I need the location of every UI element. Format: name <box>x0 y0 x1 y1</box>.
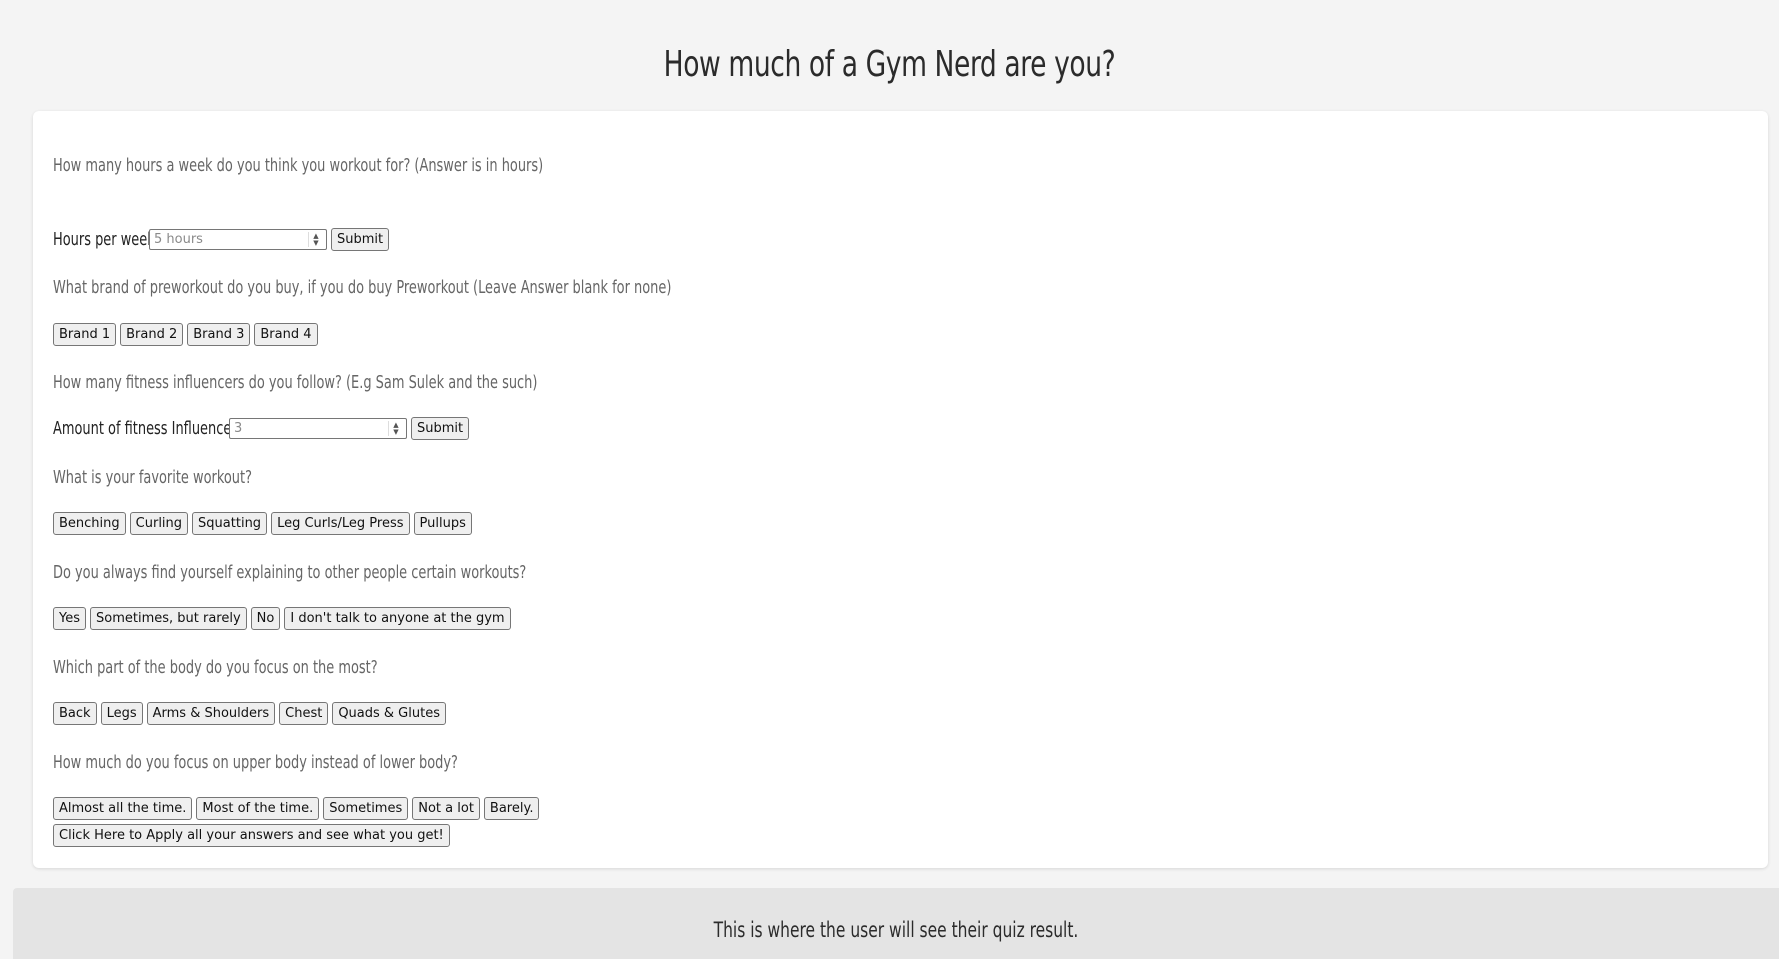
option-curling[interactable]: Curling <box>129 512 189 535</box>
preworkout-options: Brand 1 Brand 2 Brand 3 Brand 4 <box>53 323 318 346</box>
influencers-label: Amount of fitness Influencers <box>53 418 244 439</box>
option-sometimes-rarely[interactable]: Sometimes, but rarely <box>90 607 247 630</box>
quiz-card: How many hours a week do you think you w… <box>33 111 1768 868</box>
page-title: How much of a Gym Nerd are you? <box>663 44 1116 85</box>
option-pullups[interactable]: Pullups <box>413 512 472 535</box>
option-yes[interactable]: Yes <box>53 607 86 630</box>
hours-spinner[interactable]: ▲ ▼ <box>308 232 323 247</box>
option-brand-2[interactable]: Brand 2 <box>120 323 184 346</box>
option-sometimes[interactable]: Sometimes <box>323 797 409 820</box>
influencers-input[interactable] <box>230 419 388 438</box>
explaining-options: Yes Sometimes, but rarely No I don't tal… <box>53 607 511 630</box>
result-box: This is where the user will see their qu… <box>13 888 1779 959</box>
option-brand-1[interactable]: Brand 1 <box>53 323 117 346</box>
option-brand-3[interactable]: Brand 3 <box>187 323 251 346</box>
option-not-a-lot[interactable]: Not a lot <box>412 797 480 820</box>
chevron-down-icon[interactable]: ▼ <box>393 428 398 436</box>
option-benching[interactable]: Benching <box>53 512 126 535</box>
apply-answers-button[interactable]: Click Here to Apply all your answers and… <box>53 824 450 847</box>
hours-input-box[interactable]: ▲ ▼ <box>149 229 327 250</box>
hours-submit-button[interactable]: Submit <box>331 228 390 251</box>
result-text: This is where the user will see their qu… <box>713 918 1079 942</box>
option-brand-4[interactable]: Brand 4 <box>254 323 318 346</box>
option-arms-shoulders[interactable]: Arms & Shoulders <box>146 702 276 725</box>
hours-row: Hours per week ▲ ▼ Submit <box>53 228 390 251</box>
option-squatting[interactable]: Squatting <box>192 512 268 535</box>
influencers-input-box[interactable]: ▲ ▼ <box>229 418 407 439</box>
option-dont-talk[interactable]: I don't talk to anyone at the gym <box>284 607 511 630</box>
chevron-down-icon[interactable]: ▼ <box>313 239 318 247</box>
question-body-focus: Which part of the body do you focus on t… <box>53 657 378 678</box>
hours-label: Hours per week <box>53 229 155 250</box>
question-influencers: How many fitness influencers do you foll… <box>53 372 538 393</box>
option-barely[interactable]: Barely. <box>483 797 540 820</box>
question-hours: How many hours a week do you think you w… <box>53 155 544 176</box>
upper-lower-options: Almost all the time. Most of the time. S… <box>53 797 540 820</box>
body-focus-options: Back Legs Arms & Shoulders Chest Quads &… <box>53 702 446 725</box>
workout-options: Benching Curling Squatting Leg Curls/Leg… <box>53 512 472 535</box>
question-explaining: Do you always find yourself explaining t… <box>53 562 527 583</box>
question-favorite-workout: What is your favorite workout? <box>53 467 252 488</box>
apply-row: Click Here to Apply all your answers and… <box>53 824 450 847</box>
option-back[interactable]: Back <box>53 702 97 725</box>
option-chest[interactable]: Chest <box>279 702 329 725</box>
option-quads-glutes[interactable]: Quads & Glutes <box>332 702 446 725</box>
option-legs[interactable]: Legs <box>100 702 143 725</box>
influencers-row: Amount of fitness Influencers ▲ ▼ Submit <box>53 417 470 440</box>
option-leg-curls[interactable]: Leg Curls/Leg Press <box>271 512 410 535</box>
option-no[interactable]: No <box>250 607 281 630</box>
question-preworkout: What brand of preworkout do you buy, if … <box>53 277 672 298</box>
influencers-spinner[interactable]: ▲ ▼ <box>388 421 403 436</box>
question-upper-lower: How much do you focus on upper body inst… <box>53 752 458 773</box>
option-almost-all[interactable]: Almost all the time. <box>53 797 193 820</box>
option-most[interactable]: Most of the time. <box>196 797 320 820</box>
influencers-submit-button[interactable]: Submit <box>411 417 470 440</box>
hours-input[interactable] <box>150 230 308 249</box>
